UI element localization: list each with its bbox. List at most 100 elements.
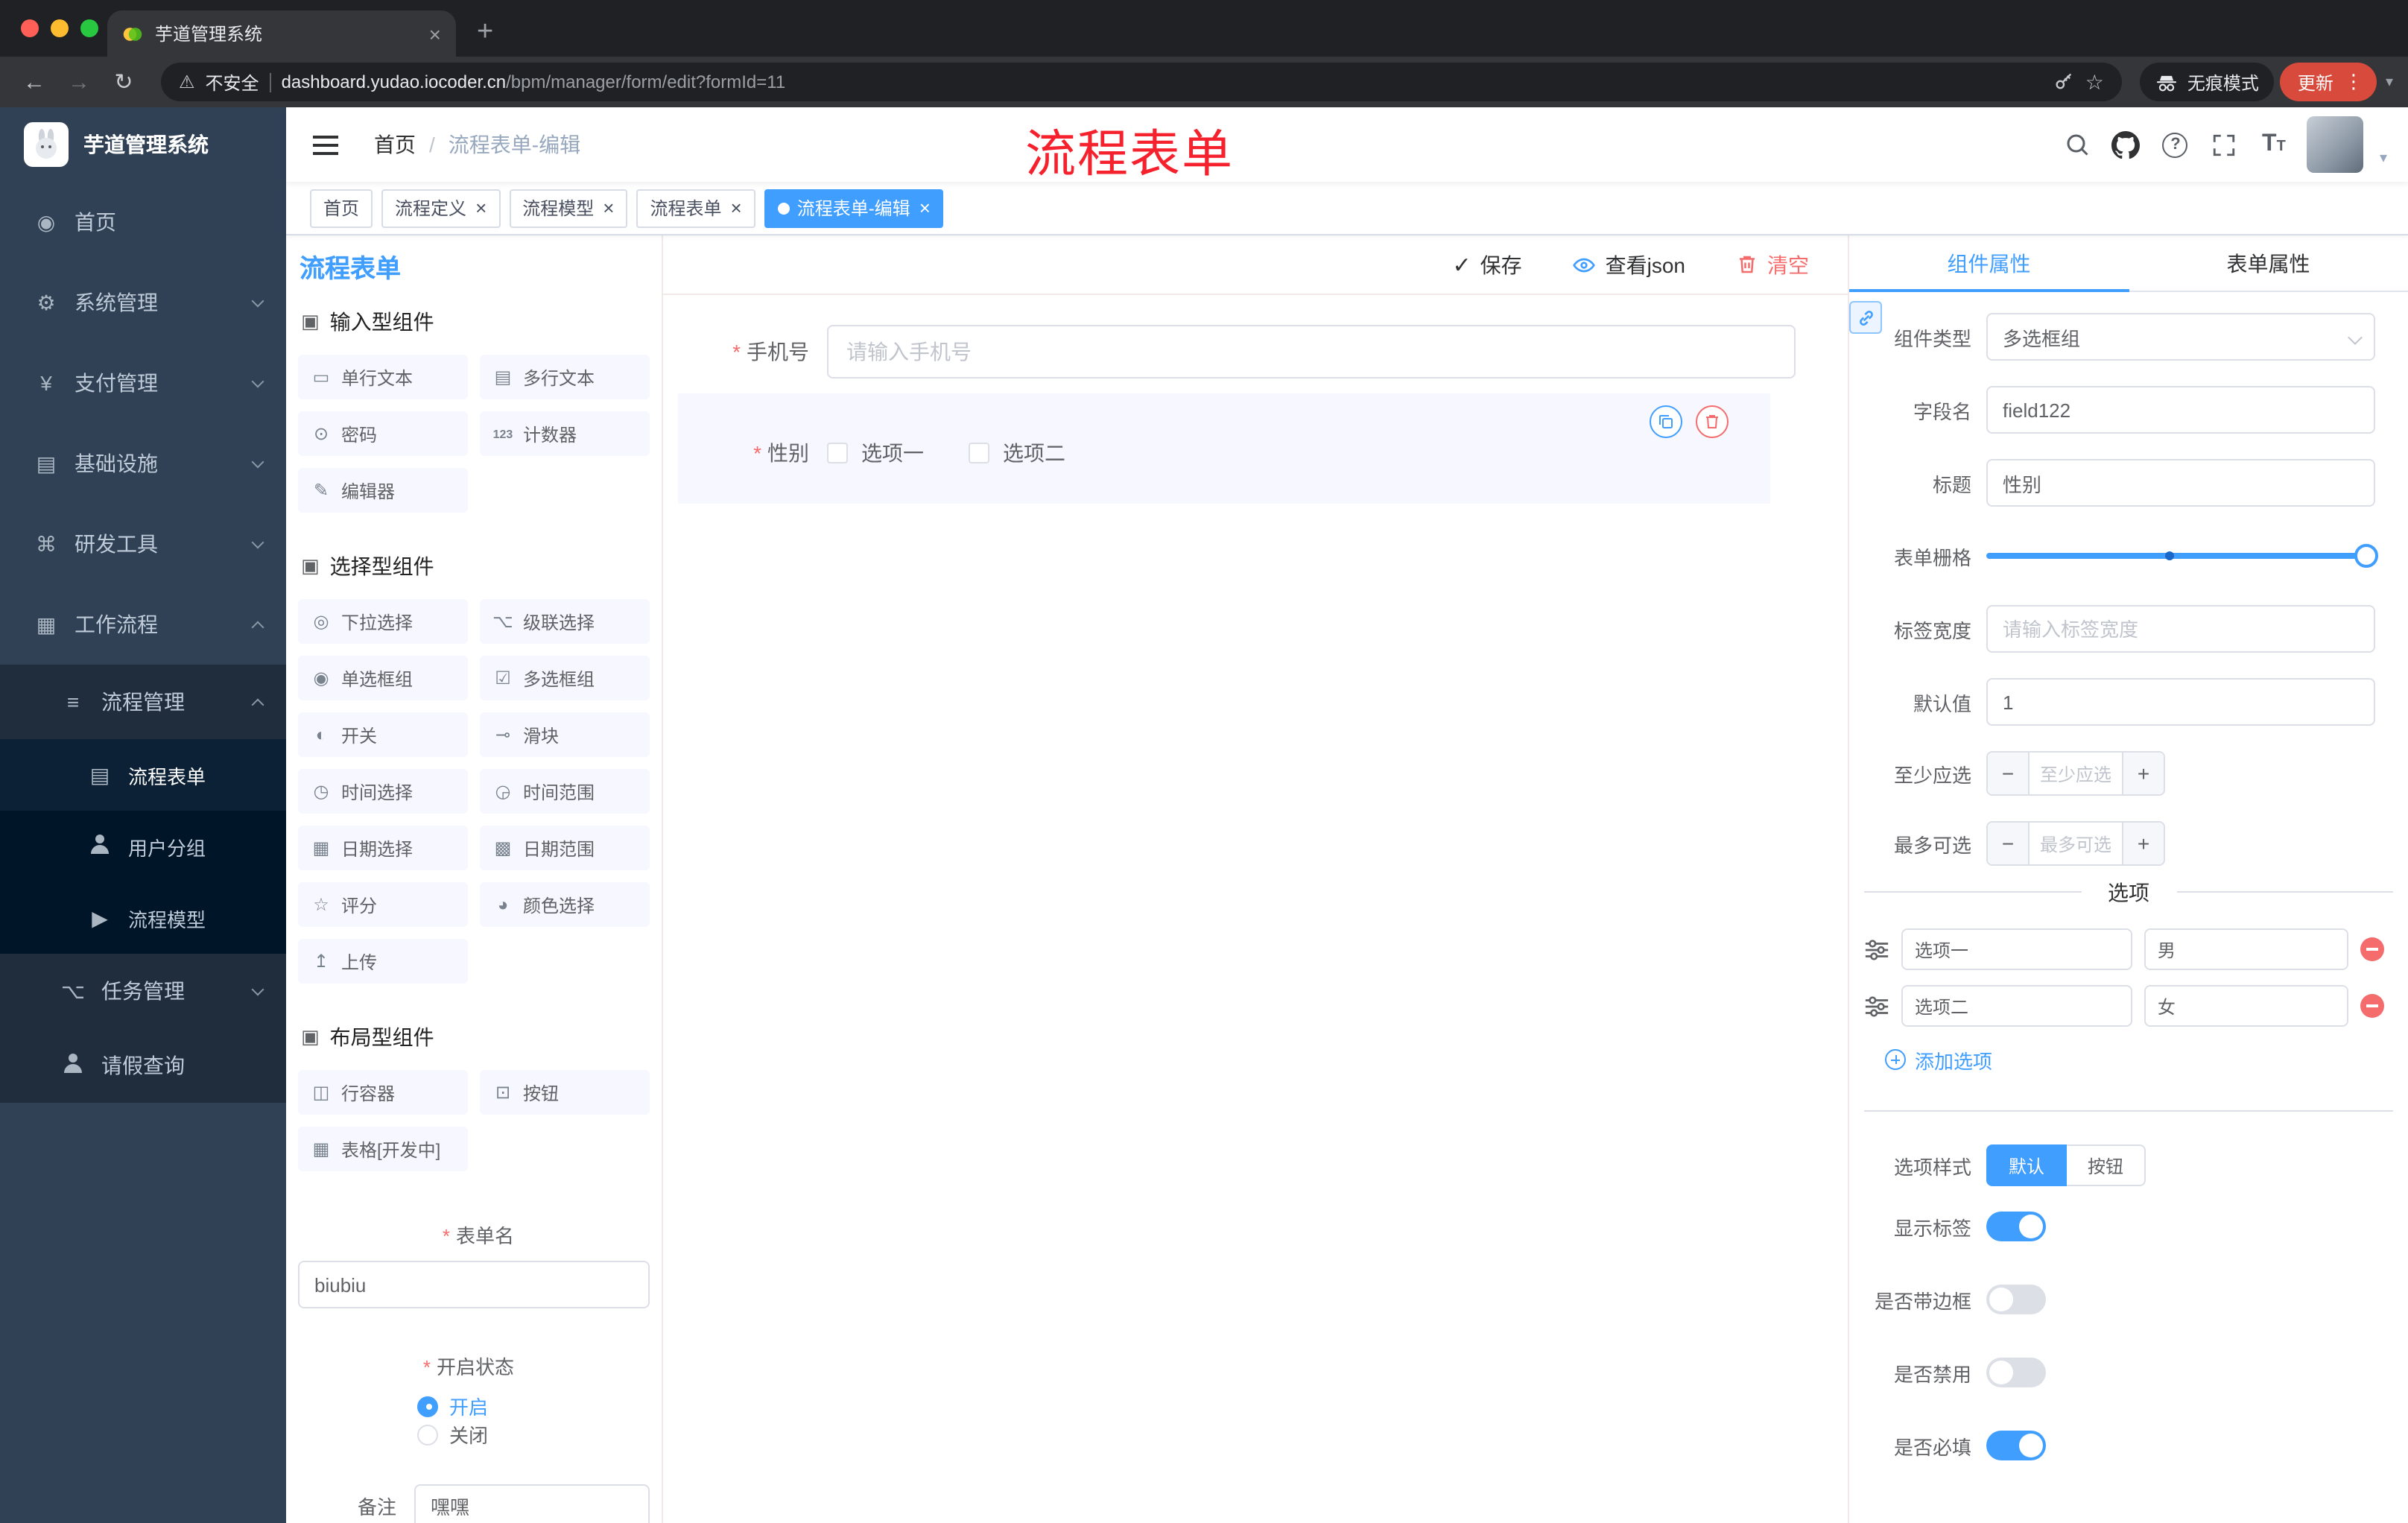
status-on-radio[interactable]: 开启: [417, 1392, 488, 1420]
breadcrumb-home[interactable]: 首页: [374, 130, 416, 159]
browser-menu-icon[interactable]: ⋮: [2344, 70, 2363, 94]
close-icon[interactable]: ×: [919, 198, 931, 218]
font-size-icon[interactable]: TT: [2258, 128, 2290, 161]
gender-option-2-checkbox[interactable]: 选项二: [969, 438, 1065, 468]
style-button-button[interactable]: 按钮: [2067, 1144, 2146, 1186]
form-grid-slider[interactable]: [1986, 532, 2378, 580]
close-icon[interactable]: ×: [731, 198, 742, 218]
palette-item-radio-group[interactable]: ◉ 单选框组: [298, 656, 468, 700]
reload-icon[interactable]: ↻: [104, 69, 143, 95]
view-json-button[interactable]: 查看json: [1573, 250, 1685, 279]
new-tab-button[interactable]: +: [477, 18, 493, 46]
palette-item-upload[interactable]: ↥ 上传: [298, 939, 468, 984]
toolbar-caret-icon[interactable]: ▾: [2386, 74, 2393, 90]
required-switch[interactable]: [1986, 1431, 2046, 1460]
selected-gender-component[interactable]: 性别 选项一 选项二: [678, 393, 1770, 504]
form-canvas[interactable]: 手机号: [663, 295, 1848, 1523]
sidebar-item-process-form[interactable]: ▤ 流程表单: [0, 739, 286, 811]
help-icon[interactable]: ?: [2159, 128, 2192, 161]
palette-item-counter[interactable]: 123 计数器: [480, 411, 650, 456]
palette-item-switch[interactable]: ◐ 开关: [298, 712, 468, 757]
status-off-radio[interactable]: 关闭: [417, 1420, 488, 1448]
minus-button[interactable]: −: [1988, 823, 2030, 864]
tag-process-definition[interactable]: 流程定义 ×: [381, 189, 501, 227]
style-default-button[interactable]: 默认: [1986, 1144, 2068, 1186]
form-name-input[interactable]: [298, 1261, 650, 1308]
sidebar-item-process-mgmt[interactable]: ≡ 流程管理: [0, 665, 286, 739]
sidebar-item-system[interactable]: ⚙ 系统管理: [0, 262, 286, 343]
palette-item-time-picker[interactable]: ◷ 时间选择: [298, 769, 468, 814]
github-icon[interactable]: [2110, 128, 2143, 161]
bookmark-star-icon[interactable]: ☆: [2085, 69, 2104, 95]
option-label-input[interactable]: [1901, 928, 2132, 970]
title-input[interactable]: [1986, 459, 2375, 507]
default-value-input[interactable]: [1986, 678, 2375, 726]
back-icon[interactable]: ←: [15, 69, 54, 95]
palette-item-password[interactable]: ⊙ 密码: [298, 411, 468, 456]
forward-icon[interactable]: →: [60, 69, 98, 95]
option-value-input[interactable]: [2144, 985, 2348, 1027]
tab-form-props[interactable]: 表单属性: [2129, 235, 2408, 291]
search-icon[interactable]: [2061, 128, 2094, 161]
drag-handle-icon[interactable]: [1864, 937, 1889, 962]
palette-item-cascader[interactable]: ⌥ 级联选择: [480, 599, 650, 644]
sidebar-item-user-group[interactable]: 用户分组: [0, 811, 286, 882]
fullscreen-icon[interactable]: [2208, 128, 2241, 161]
address-bar[interactable]: ⚠ 不安全 dashboard.yudao.iocoder.cn/bpm/man…: [161, 63, 2122, 101]
add-option-button[interactable]: 添加选项: [1885, 1045, 2408, 1074]
delete-component-button[interactable]: [1696, 405, 1729, 438]
option-label-input[interactable]: [1901, 985, 2132, 1027]
sidebar-item-home[interactable]: ◉ 首页: [0, 182, 286, 262]
tag-process-model[interactable]: 流程模型 ×: [509, 189, 628, 227]
tag-process-form-edit[interactable]: 流程表单-编辑 ×: [764, 189, 944, 227]
gender-option-1-checkbox[interactable]: 选项一: [827, 438, 924, 468]
palette-item-date-picker[interactable]: ▦ 日期选择: [298, 826, 468, 870]
minimize-window-button[interactable]: [51, 19, 69, 37]
link-icon[interactable]: [1849, 301, 1882, 334]
zoom-window-button[interactable]: [80, 19, 98, 37]
copy-component-button[interactable]: [1650, 405, 1682, 438]
sidebar-item-workflow[interactable]: ▦ 工作流程: [0, 584, 286, 665]
passwords-key-icon[interactable]: [2054, 72, 2075, 92]
slider-handle[interactable]: [2354, 544, 2378, 568]
sidebar-item-process-model[interactable]: ▶ 流程模型: [0, 882, 286, 954]
palette-item-rate[interactable]: ☆ 评分: [298, 882, 468, 927]
clear-button[interactable]: 清空: [1736, 250, 1809, 279]
sidebar-item-infra[interactable]: ▤ 基础设施: [0, 423, 286, 504]
min-select-stepper[interactable]: − 至少应选 +: [1986, 751, 2165, 796]
sidebar-item-devtools[interactable]: ⌘ 研发工具: [0, 504, 286, 584]
tab-close-icon[interactable]: ×: [429, 23, 441, 44]
palette-item-select[interactable]: ◎ 下拉选择: [298, 599, 468, 644]
palette-item-color-picker[interactable]: ◕ 颜色选择: [480, 882, 650, 927]
palette-item-textarea[interactable]: ▤ 多行文本: [480, 355, 650, 399]
plus-button[interactable]: +: [2122, 753, 2164, 794]
phone-field[interactable]: 手机号: [663, 325, 1796, 379]
save-button[interactable]: ✓ 保存: [1452, 250, 1521, 279]
drag-handle-icon[interactable]: [1864, 993, 1889, 1019]
border-switch[interactable]: [1986, 1285, 2046, 1314]
close-window-button[interactable]: [21, 19, 39, 37]
tag-home[interactable]: 首页: [310, 189, 373, 227]
show-label-switch[interactable]: [1986, 1212, 2046, 1241]
palette-item-date-range[interactable]: ▩ 日期范围: [480, 826, 650, 870]
max-select-stepper[interactable]: − 最多可选 +: [1986, 821, 2165, 866]
component-type-select[interactable]: 多选框组: [1986, 313, 2375, 361]
tab-component-props[interactable]: 组件属性: [1849, 235, 2129, 292]
tag-process-form[interactable]: 流程表单 ×: [636, 189, 755, 227]
close-icon[interactable]: ×: [603, 198, 614, 218]
palette-item-row-container[interactable]: ◫ 行容器: [298, 1070, 468, 1115]
sidebar-item-task-mgmt[interactable]: ⌥ 任务管理: [0, 954, 286, 1028]
menu-fold-icon[interactable]: [313, 135, 338, 154]
palette-item-table[interactable]: ▦ 表格[开发中]: [298, 1127, 468, 1171]
palette-item-button[interactable]: ⊡ 按钮: [480, 1070, 650, 1115]
label-width-input[interactable]: [1986, 605, 2375, 653]
remove-option-icon[interactable]: [2360, 994, 2384, 1018]
browser-tab[interactable]: 芋道管理系统 ×: [107, 10, 456, 57]
disabled-switch[interactable]: [1986, 1358, 2046, 1387]
field-name-input[interactable]: [1986, 386, 2375, 434]
plus-button[interactable]: +: [2122, 823, 2164, 864]
sidebar-item-leave-query[interactable]: 请假查询: [0, 1028, 286, 1103]
avatar[interactable]: [2306, 116, 2363, 173]
update-chrome-button[interactable]: 更新 ⋮: [2279, 63, 2377, 101]
phone-input[interactable]: [827, 325, 1796, 379]
